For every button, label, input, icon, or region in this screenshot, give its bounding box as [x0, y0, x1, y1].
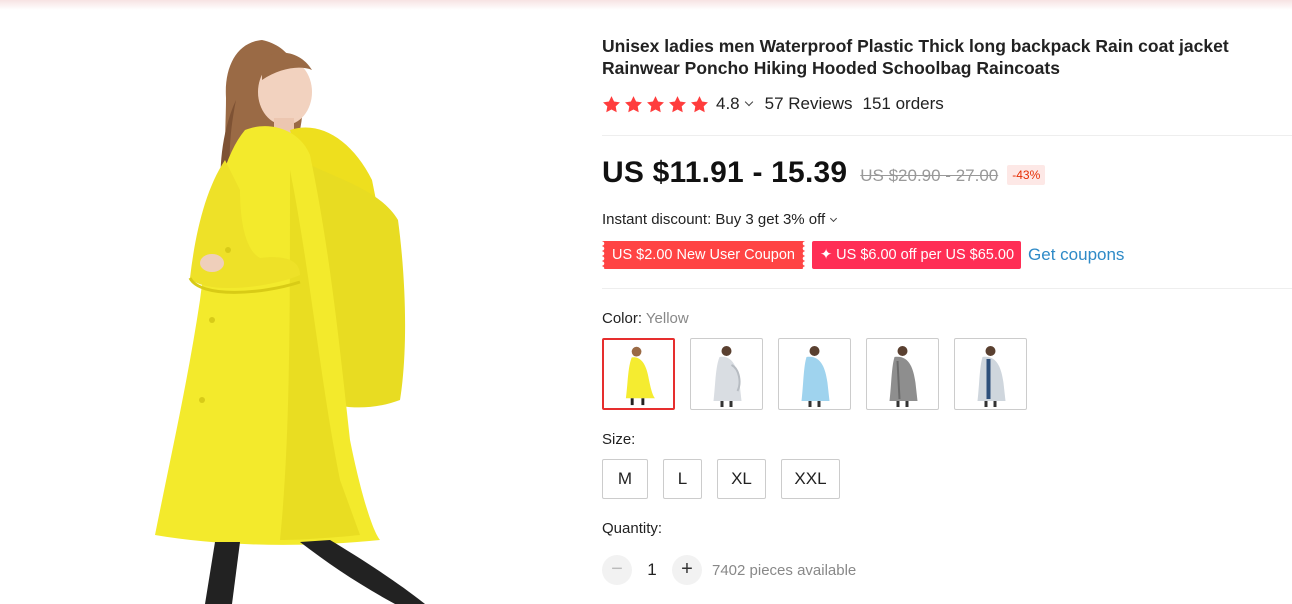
- size-option-xl[interactable]: XL: [717, 459, 766, 499]
- size-label: Size:: [602, 431, 636, 448]
- rating-row: 4.8 57 Reviews 151 orders: [602, 92, 944, 116]
- quantity-decrease-button[interactable]: −: [602, 555, 632, 585]
- product-title: Unisex ladies men Waterproof Plastic Thi…: [602, 36, 1229, 78]
- raincoat-illustration: [155, 40, 425, 604]
- swatch-thumbnail-white: [977, 346, 1006, 407]
- quantity-label: Quantity:: [602, 520, 663, 537]
- new-user-coupon-label: US $2.00 New User Coupon: [612, 247, 795, 263]
- color-swatch-blue[interactable]: [778, 338, 851, 410]
- product-main-image[interactable]: [0, 20, 585, 604]
- reviews-link[interactable]: 57 Reviews: [765, 94, 853, 114]
- current-price: US $11.91 - 15.39: [602, 156, 848, 189]
- swatch-thumbnail-blue: [801, 346, 830, 407]
- price-row: US $11.91 - 15.39 US $20.90 - 27.00 -43%: [602, 156, 1046, 190]
- color-swatch-white[interactable]: [954, 338, 1027, 410]
- star-icon: [669, 95, 686, 112]
- instant-discount-text: Instant discount: Buy 3 get 3% off: [602, 211, 826, 228]
- discount-badge: -43%: [1007, 165, 1046, 185]
- star-icon: [603, 95, 620, 112]
- instant-discount[interactable]: Instant discount: Buy 3 get 3% off: [602, 211, 838, 228]
- chevron-down-icon: [830, 214, 838, 222]
- color-swatch-black[interactable]: [866, 338, 939, 410]
- color-swatches: [602, 338, 1027, 410]
- rating-stars[interactable]: [602, 95, 709, 114]
- original-price: US $20.90 - 27.00: [860, 166, 999, 185]
- product-info-panel: Unisex ladies men Waterproof Plastic Thi…: [602, 0, 1292, 604]
- rating-value[interactable]: 4.8: [716, 94, 740, 114]
- swatch-thumbnail-clear: [713, 346, 742, 407]
- color-label-text: Color:: [602, 310, 646, 327]
- quantity-input[interactable]: 1: [632, 560, 672, 580]
- divider: [602, 135, 1292, 136]
- swatch-thumbnail-black: [889, 346, 918, 407]
- size-options: M L XL XXL: [602, 459, 840, 499]
- swatch-thumbnail-yellow: [625, 346, 656, 406]
- star-icon: [625, 95, 642, 112]
- size-option-l[interactable]: L: [663, 459, 702, 499]
- color-label: Color: Yellow: [602, 310, 689, 327]
- star-icon: [691, 95, 708, 112]
- star-icon: [647, 95, 664, 112]
- selected-color: Yellow: [645, 310, 689, 327]
- divider: [602, 288, 1292, 289]
- quantity-increase-button[interactable]: +: [672, 555, 702, 585]
- orders-count: 151 orders: [862, 94, 944, 113]
- get-coupons-link[interactable]: Get coupons: [1028, 245, 1124, 265]
- color-swatch-clear[interactable]: [690, 338, 763, 410]
- store-coupon-label: ✦ US $6.00 off per US $65.00: [819, 247, 1015, 263]
- coupons-row: US $2.00 New User Coupon ✦ US $6.00 off …: [602, 241, 1124, 269]
- color-swatch-yellow[interactable]: [602, 338, 675, 410]
- chevron-down-icon[interactable]: [744, 97, 753, 107]
- size-option-m[interactable]: M: [602, 459, 648, 499]
- new-user-coupon[interactable]: US $2.00 New User Coupon: [602, 241, 805, 269]
- stock-available: 7402 pieces available: [712, 561, 857, 579]
- store-coupon[interactable]: ✦ US $6.00 off per US $65.00: [811, 241, 1022, 269]
- quantity-stepper: − 1 + 7402 pieces available: [602, 555, 856, 585]
- size-option-xxl[interactable]: XXL: [781, 459, 840, 499]
